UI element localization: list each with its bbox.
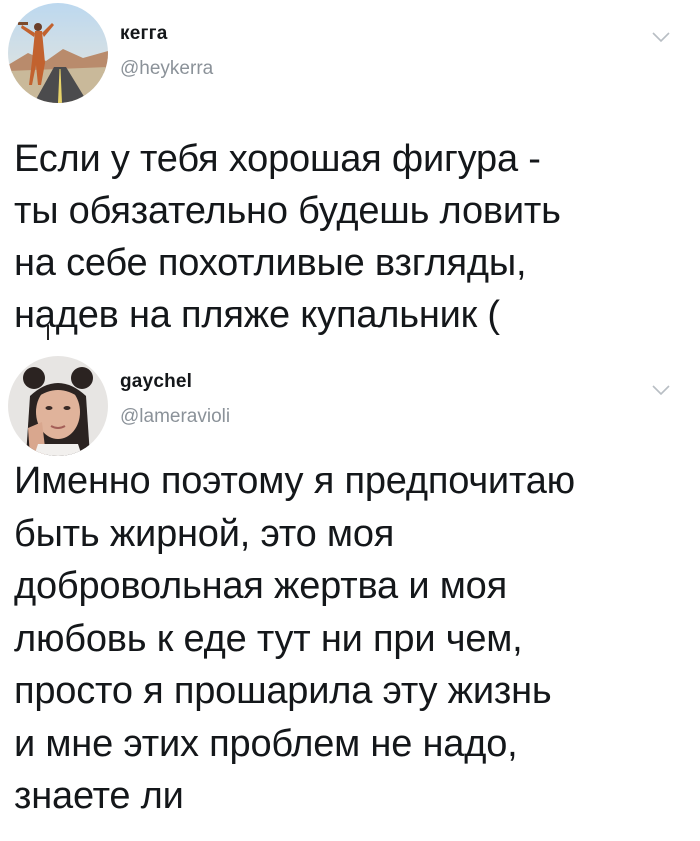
tweet-text: Если у тебя хорошая фигура - ты обязател… — [14, 138, 561, 336]
avatar-kerra[interactable] — [8, 3, 108, 103]
chevron-down-icon[interactable] — [652, 31, 670, 43]
author-name[interactable]: кегга — [120, 23, 167, 45]
author-handle[interactable]: @heykerra — [120, 58, 213, 80]
tweet-text: Именно поэтому я предпочитаю быть жирной… — [14, 460, 575, 817]
avatar-gaychel[interactable] — [8, 356, 108, 456]
avatar-portrait-photo — [8, 356, 108, 456]
author-handle[interactable]: @lameravioli — [120, 406, 230, 428]
text-cursor-artifact — [47, 325, 49, 340]
chevron-down-icon[interactable] — [652, 384, 670, 396]
tweet-kerra: кегга @heykerra Если у тебя хорошая фигу… — [0, 0, 700, 340]
author-name[interactable]: gaychel — [120, 371, 192, 393]
tweet-gaychel: gaychel @lameravioli Именно поэтому я пр… — [0, 340, 700, 841]
avatar-road-photo — [8, 3, 108, 103]
